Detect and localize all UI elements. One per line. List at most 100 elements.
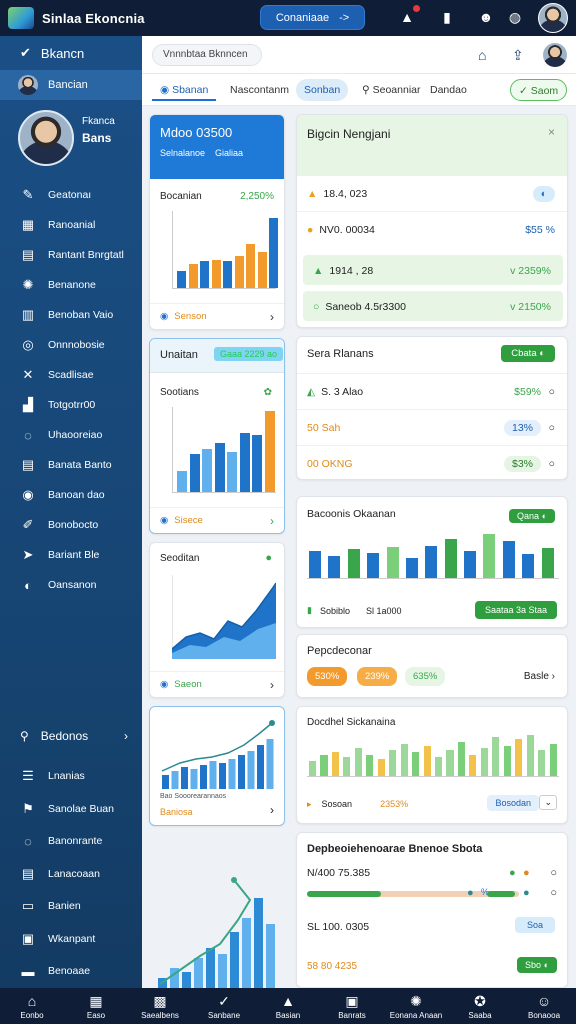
sidebar-item-2[interactable]: ▤ Rantant Bnrgtatl — [0, 240, 142, 270]
slider-handle[interactable]: ● — [523, 887, 530, 899]
search-input[interactable]: Vnnnbtaa Bknncen — [152, 44, 262, 66]
bottom-nav-item-8[interactable]: ☺ Bonaooa — [512, 988, 576, 1024]
sidebar-item-0[interactable]: ✎ Geatonaı — [0, 180, 142, 210]
background-bars — [158, 898, 275, 988]
metric-card-1[interactable]: Mdoo 03500 Selnalanoe Gialiaa Bocanian 2… — [149, 114, 285, 330]
chart-bar — [246, 243, 255, 288]
panel-6-row-3-button[interactable]: Sbo ◐ — [517, 957, 557, 973]
sidebar-lower-item-4[interactable]: ▭ Banien — [0, 890, 142, 923]
radio-icon[interactable]: ○ — [549, 422, 555, 434]
panel-1-row-4[interactable]: ○ Saneob 4.5r3300 v 2150% — [303, 291, 563, 321]
sidebar-brand[interactable]: ✔ Bkancn — [0, 36, 142, 70]
panel-1-row-3[interactable]: ▲ 1914 , 28 v 2359% — [303, 255, 563, 285]
bottom-nav-item-3[interactable]: ✓ Sanbane — [192, 988, 256, 1024]
sidebar-lower-item-6[interactable]: ▬ Benoaae — [0, 955, 142, 988]
metric-card-2[interactable]: Unaitan Gaaa 2229 ao Sootians ✿ ◉ Sisece… — [149, 338, 285, 534]
sidebar-item-12[interactable]: ➤ Bariant Ble — [0, 540, 142, 570]
bottom-nav-item-4[interactable]: ▲ Basian — [256, 988, 320, 1024]
chevron-right-icon[interactable]: › — [270, 310, 274, 324]
user-avatar[interactable] — [538, 3, 568, 33]
panel-3-legend-label: Sobiblo — [319, 605, 350, 616]
chevron-right-icon[interactable]: › — [270, 803, 274, 817]
globe-icon[interactable]: ◍ — [506, 8, 524, 26]
radio-icon[interactable]: ○ — [550, 867, 557, 879]
sidebar-item-1[interactable]: ▦ Ranoanial — [0, 210, 142, 240]
panel-3-badge[interactable]: Qana ◐ — [509, 509, 555, 523]
metric-card-4[interactable]: Bao Sooorearannaos Baniosa › — [149, 706, 285, 826]
sidebar-item-label: Oansanon — [48, 579, 97, 591]
share-icon[interactable]: ⇪ — [512, 47, 524, 64]
panel-4-pill-1[interactable]: 530% — [307, 667, 348, 686]
bottom-nav-item-7[interactable]: ✪ Saaba — [448, 988, 512, 1024]
sidebar-item-label: Onnnobosie — [48, 339, 105, 351]
chart-bar — [234, 255, 244, 288]
sidebar-section-toggle[interactable]: ⚲ Bedonos › — [0, 721, 142, 751]
home-icon[interactable]: ⌂ — [478, 47, 486, 63]
table-icon: ▤ — [21, 865, 35, 881]
bottom-nav-item-5[interactable]: ▣ Banrats — [320, 988, 384, 1024]
tab-dandao[interactable]: Dandao — [422, 79, 475, 101]
metric-card-3[interactable]: Seoditan ● ◉ Saeon › — [149, 542, 285, 698]
panel-2-row-3[interactable]: 00 OKNG $3% ○ — [297, 445, 567, 479]
sidebar-lower-item-0[interactable]: ☰ Lnanias — [0, 760, 142, 793]
sidebar-item-6[interactable]: ✕ Scadlisae — [0, 360, 142, 390]
bell-icon[interactable]: ▲ — [398, 5, 420, 26]
profile-avatar[interactable] — [18, 110, 74, 166]
radio-icon[interactable]: ○ — [549, 458, 555, 470]
sidebar-item-8[interactable]: ◌ Uhaooreiao — [0, 420, 142, 450]
chart-bar — [200, 260, 209, 288]
panel-1-row-2[interactable]: ● NV0. 00034 $55 % — [297, 211, 567, 247]
bottom-nav-item-1[interactable]: ▦ Easo — [64, 988, 128, 1024]
chevron-down-icon[interactable]: ⌄ — [539, 795, 557, 810]
chart-bar — [162, 775, 169, 789]
toggle-icon[interactable]: ◐ — [532, 185, 555, 202]
top-action-button[interactable]: Conaniaae -> — [260, 5, 365, 30]
slider-handle[interactable]: ● — [467, 887, 474, 899]
panel-6-row-2-button[interactable]: Soa — [514, 917, 555, 933]
panel-5-button[interactable]: Bosodan — [487, 795, 539, 811]
home-icon: ⌂ — [27, 992, 37, 1009]
tab-saom[interactable]: ✓ Saom — [510, 79, 568, 101]
panel-2-row-2[interactable]: 50 Sah 13% ○ — [297, 409, 567, 445]
tab-sbanan[interactable]: ◉ Sbanan — [152, 79, 217, 101]
circle-icon: ◉ — [160, 84, 170, 96]
tab-seoanniar[interactable]: ⚲ Seoanniar — [354, 79, 429, 101]
panel-4-pill-2[interactable]: 239% — [357, 667, 398, 686]
panel-6-row-2: SL 100. 0305 — [307, 921, 370, 933]
sidebar-item-11[interactable]: ✐ Bonobocto — [0, 510, 142, 540]
bottom-nav-item-0[interactable]: ⌂ Eonbo — [0, 988, 64, 1024]
radio-icon[interactable]: ○ — [549, 386, 555, 398]
chevron-right-icon[interactable]: › — [270, 678, 274, 692]
panel-4-link[interactable]: Basle › — [524, 671, 555, 682]
sidebar-item-5[interactable]: ◎ Onnnobosie — [0, 330, 142, 360]
sidebar-lower-item-5[interactable]: ▣ Wkanpant — [0, 923, 142, 956]
panel-1-row-1[interactable]: ▲ 18.4, 023 ◐ — [297, 175, 567, 211]
tab-nascontanm[interactable]: Nascontanm — [222, 79, 297, 101]
chevron-right-icon[interactable]: › — [270, 514, 274, 528]
sidebar-item-9[interactable]: ▤ Banata Banto — [0, 450, 142, 480]
circle-icon: ◉ — [160, 679, 169, 690]
sidebar-item-3[interactable]: ✺ Benanone — [0, 270, 142, 300]
chart-bar — [538, 750, 546, 776]
panel-3-button[interactable]: Saataa 3a Staa — [474, 601, 557, 619]
bottom-nav-item-6[interactable]: ✺ Eonana Anaan — [384, 988, 448, 1024]
sidebar-lower-item-2[interactable]: ◌ Banonrante — [0, 825, 142, 858]
header-avatar[interactable] — [543, 43, 567, 67]
close-icon[interactable]: × — [548, 125, 555, 139]
sidebar-user-row[interactable]: Bancian — [0, 70, 142, 100]
sidebar-item-13[interactable]: ◐ Oansanon — [0, 570, 142, 600]
sidebar-lower-item-3[interactable]: ▤ Lanacoaan — [0, 858, 142, 891]
document-icon[interactable]: ▮ — [438, 8, 456, 26]
sidebar-item-4[interactable]: ▥ Benoban Vaio — [0, 300, 142, 330]
sidebar-item-10[interactable]: ◉ Banoan dao — [0, 480, 142, 510]
radio-icon[interactable]: ○ — [550, 887, 557, 899]
tab-sonban[interactable]: Sonban — [296, 79, 349, 101]
sidebar-lower-item-1[interactable]: ⚑ Sanolae Buan — [0, 793, 142, 826]
sidebar-item-7[interactable]: ▟ Totgotrr00 — [0, 390, 142, 420]
panel-4-pill-3[interactable]: 635% — [405, 667, 446, 686]
smile-icon[interactable]: ☻ — [477, 8, 495, 26]
bottom-nav-item-2[interactable]: ▩ Saealbens — [128, 988, 192, 1024]
panel-2-button[interactable]: Cbata ◐ — [501, 345, 555, 362]
card-1-footer-label: Senson — [174, 311, 207, 322]
panel-2-row-1[interactable]: ◭ S. 3 Alao $59% ○ — [297, 373, 567, 409]
